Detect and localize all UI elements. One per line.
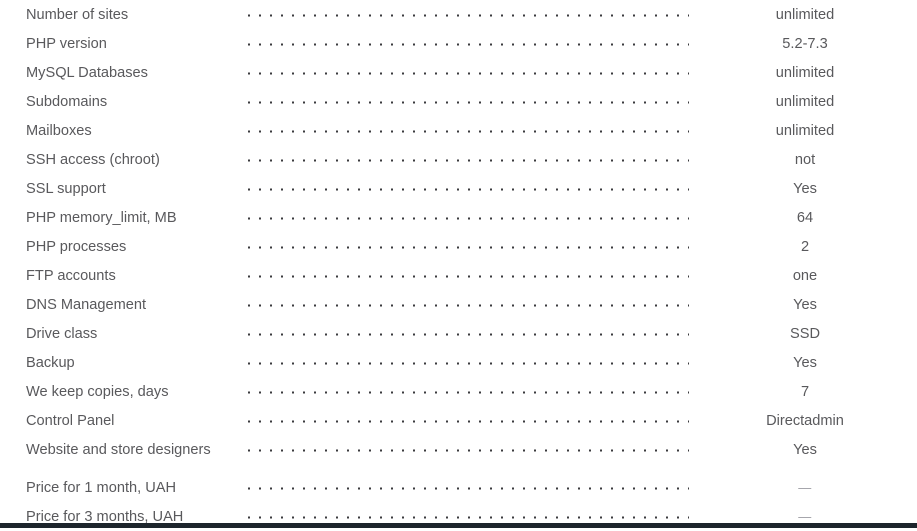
specification-table: Number of sites unlimited PHP version 5.2-7… <box>0 0 917 531</box>
spec-label: PHP memory_limit, MB <box>26 209 177 226</box>
spec-value: Directadmin <box>766 412 844 429</box>
spec-label: We keep copies, days <box>26 383 169 400</box>
spec-value-placeholder: — <box>798 479 812 495</box>
spec-row: PHP version 5.2-7.3 <box>0 29 917 58</box>
dotted-leader <box>248 515 689 518</box>
spec-row: MySQL Databases unlimited <box>0 58 917 87</box>
dotted-leader <box>248 13 689 16</box>
spec-value: 2 <box>800 238 810 255</box>
dotted-leader <box>248 303 689 306</box>
spec-value: 7 <box>800 383 810 400</box>
spec-value: 64 <box>796 209 814 226</box>
dotted-leader <box>248 100 689 103</box>
spec-label: PHP processes <box>26 238 127 255</box>
spec-row: Subdomains unlimited <box>0 87 917 116</box>
spec-row: Number of sites unlimited <box>0 0 917 29</box>
spec-value: unlimited <box>775 122 835 139</box>
spec-label: Backup <box>26 354 75 371</box>
spec-row: We keep copies, days 7 <box>0 377 917 406</box>
spec-value: Yes <box>793 296 817 313</box>
spec-row: Mailboxes unlimited <box>0 116 917 145</box>
spec-row: SSL support Yes <box>0 174 917 203</box>
spec-value: unlimited <box>775 64 835 81</box>
dotted-leader <box>248 390 689 393</box>
dotted-leader <box>248 187 689 190</box>
spec-value: SSD <box>789 325 820 342</box>
dotted-leader <box>248 361 689 364</box>
spec-row: DNS Management Yes <box>0 290 917 319</box>
spec-label: Website and store designers <box>26 441 211 458</box>
spec-label: PHP version <box>26 35 107 52</box>
spec-row: PHP processes 2 <box>0 232 917 261</box>
spec-value: Yes <box>793 180 817 197</box>
spec-label: Drive class <box>26 325 98 342</box>
dotted-leader <box>248 245 689 248</box>
spec-label: MySQL Databases <box>26 64 148 81</box>
dotted-leader <box>248 42 689 45</box>
spec-value: one <box>792 267 818 284</box>
spec-value: Yes <box>793 441 817 458</box>
spec-label: Mailboxes <box>26 122 92 139</box>
dotted-leader <box>248 274 689 277</box>
spec-row: Control Panel Directadmin <box>0 406 917 435</box>
dotted-leader <box>248 419 689 422</box>
spec-value: not <box>794 151 816 168</box>
spec-row: Backup Yes <box>0 348 917 377</box>
spec-label: Number of sites <box>26 6 129 23</box>
footer-bar <box>0 523 917 528</box>
spec-row: Website and store designers Yes <box>0 435 917 464</box>
spec-label: Price for 1 month, UAH <box>26 479 177 496</box>
spec-label: DNS Management <box>26 296 147 313</box>
spec-label: Control Panel <box>26 412 115 429</box>
spec-row: FTP accounts one <box>0 261 917 290</box>
spec-label: SSL support <box>26 180 106 197</box>
spec-row: PHP memory_limit, MB 64 <box>0 203 917 232</box>
spec-row: Price for 1 month, UAH — <box>0 473 917 502</box>
spec-label: Subdomains <box>26 93 108 110</box>
dotted-leader <box>248 71 689 74</box>
dotted-leader <box>248 486 689 489</box>
dotted-leader <box>248 216 689 219</box>
spec-value: unlimited <box>775 6 835 23</box>
spec-label: SSH access (chroot) <box>26 151 160 168</box>
spec-label: FTP accounts <box>26 267 116 284</box>
dotted-leader <box>248 332 689 335</box>
dotted-leader <box>248 158 689 161</box>
dotted-leader <box>248 129 689 132</box>
spec-row: Drive class SSD <box>0 319 917 348</box>
dotted-leader <box>248 448 689 451</box>
spec-value: Yes <box>793 354 817 371</box>
spec-value: unlimited <box>775 93 835 110</box>
spec-row: SSH access (chroot) not <box>0 145 917 174</box>
spec-value: 5.2-7.3 <box>782 35 828 52</box>
